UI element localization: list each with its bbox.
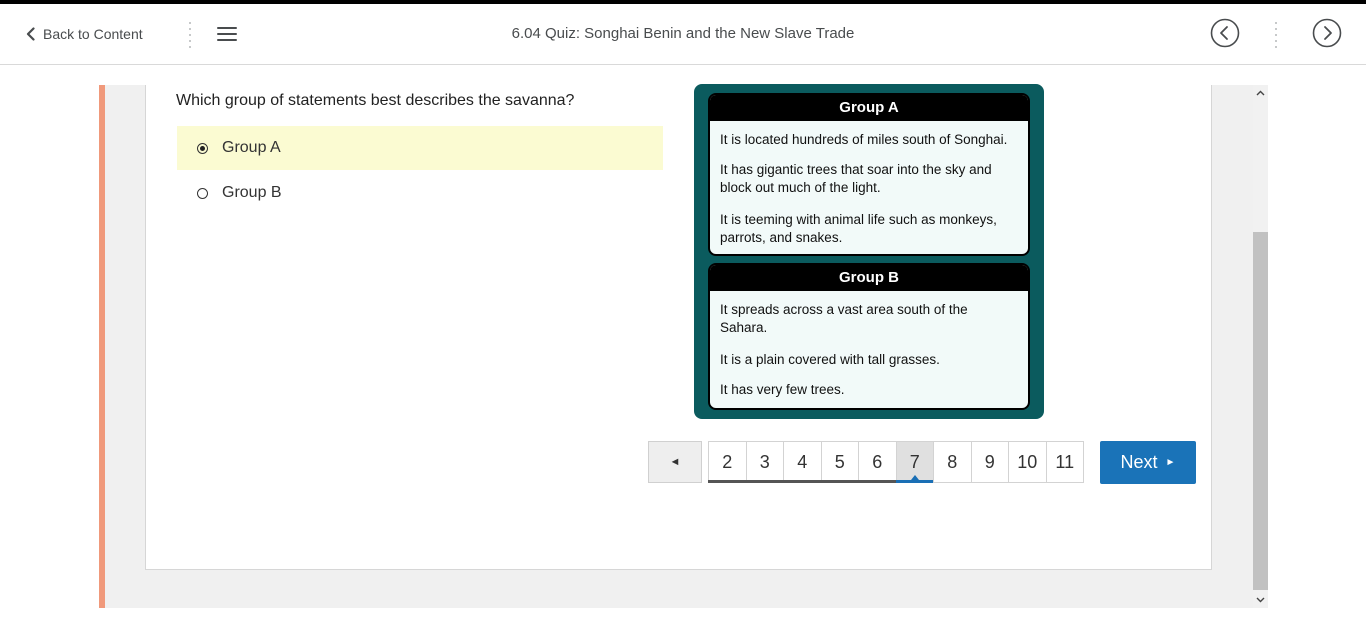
page-title: 6.04 Quiz: Songhai Benin and the New Sla…	[511, 25, 855, 42]
page-button-2[interactable]: 2	[708, 441, 747, 483]
page-button-4[interactable]: 4	[783, 441, 822, 483]
page-button-7-current[interactable]: 7	[895, 441, 934, 483]
radio-unselected[interactable]	[197, 187, 208, 199]
group-b-statement: It spreads across a vast area south of t…	[720, 302, 968, 335]
group-b-card: Group B It spreads across a vast area so…	[708, 263, 1030, 410]
group-b-statement: It has very few trees.	[720, 382, 845, 397]
chevron-down-icon	[1256, 597, 1265, 603]
back-label: Back to Content	[43, 26, 143, 42]
previous-question-button[interactable]: ◄	[648, 441, 702, 483]
answer-option-group-b[interactable]: Group B	[177, 171, 663, 215]
separator-dots	[1274, 22, 1278, 48]
next-question-button[interactable]: Next ►	[1100, 441, 1196, 484]
answer-option-group-a[interactable]: Group A	[177, 126, 663, 170]
scroll-up-arrow[interactable]	[1253, 86, 1268, 100]
previous-topic-button[interactable]	[1210, 18, 1240, 48]
back-to-content-link[interactable]: Back to Content	[26, 4, 143, 64]
page-button-8[interactable]: 8	[933, 441, 972, 483]
group-a-card: Group A It is located hundreds of miles …	[708, 93, 1030, 256]
group-a-statement: It has gigantic trees that soar into the…	[720, 162, 992, 195]
page-button-3[interactable]: 3	[745, 441, 784, 483]
separator-dots	[188, 22, 192, 48]
page-button-10[interactable]: 10	[1008, 441, 1047, 483]
option-label: Group B	[222, 184, 282, 201]
group-b-title: Group B	[710, 265, 1028, 291]
scrollbar-thumb[interactable]	[1253, 232, 1268, 590]
scroll-down-arrow[interactable]	[1253, 593, 1268, 607]
option-label: Group A	[222, 139, 281, 156]
page-button-6[interactable]: 6	[858, 441, 897, 483]
question-text: Which group of statements best describes…	[176, 92, 575, 109]
group-b-statement: It is a plain covered with tall grasses.	[720, 352, 940, 367]
chevron-left-icon	[26, 27, 35, 41]
chevron-up-icon	[1256, 90, 1265, 96]
page-button-5[interactable]: 5	[820, 441, 859, 483]
group-a-statement: It is located hundreds of miles south of…	[720, 132, 1008, 147]
chevron-left-circle-icon	[1210, 18, 1240, 48]
next-topic-button[interactable]	[1312, 18, 1342, 48]
statement-groups-figure: Group A It is located hundreds of miles …	[694, 84, 1044, 419]
page-button-9[interactable]: 9	[970, 441, 1009, 483]
triangle-right-icon: ►	[1165, 457, 1176, 468]
next-label: Next	[1120, 452, 1158, 472]
chevron-right-circle-icon	[1312, 18, 1342, 48]
group-a-title: Group A	[710, 95, 1028, 121]
group-a-statement: It is teeming with animal life such as m…	[720, 212, 997, 245]
triangle-left-icon: ◄	[669, 456, 681, 468]
page-button-11[interactable]: 11	[1045, 441, 1084, 483]
radio-selected[interactable]	[197, 142, 208, 154]
menu-icon[interactable]	[217, 24, 237, 44]
top-navbar: Back to Content 6.04 Quiz: Songhai Benin…	[0, 4, 1366, 65]
page-numbers: 2 3 4 5 6 7 8 9 10 11	[708, 441, 1084, 483]
